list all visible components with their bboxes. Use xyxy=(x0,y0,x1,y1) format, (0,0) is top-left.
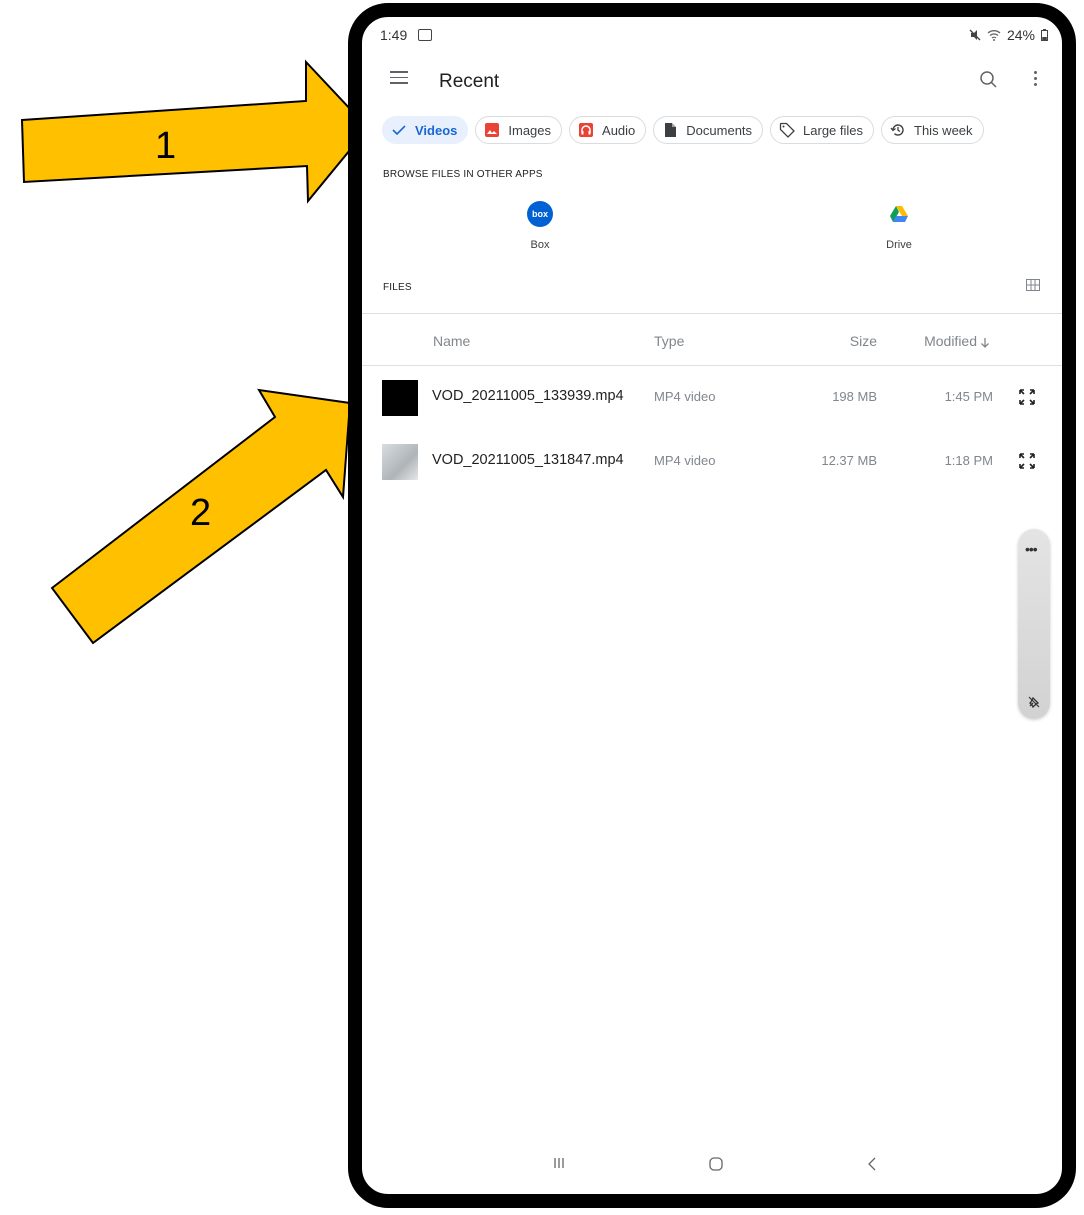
file-size: 12.37 MB xyxy=(821,453,877,468)
chip-videos[interactable]: Videos xyxy=(382,116,469,144)
more-vert-icon[interactable] xyxy=(1032,71,1038,89)
chip-label: Documents xyxy=(686,122,753,138)
battery-icon xyxy=(1041,29,1048,41)
app-toolbar: Recent xyxy=(362,57,1062,105)
chip-audio[interactable]: Audio xyxy=(569,116,647,144)
chip-images[interactable]: Images xyxy=(475,116,563,144)
files-app-screen: 1:49 24% Recent Videos Images Audio Docu… xyxy=(362,17,1062,1194)
annotation-label-2: 2 xyxy=(190,492,212,534)
document-icon xyxy=(662,122,678,138)
files-section-label: FILES xyxy=(383,282,412,293)
tablet-frame: 1:49 24% Recent Videos Images Audio Docu… xyxy=(348,3,1076,1208)
status-icons: 24% xyxy=(969,27,1048,43)
status-bar: 1:49 24% xyxy=(380,25,1048,47)
image-icon xyxy=(484,122,500,138)
mute-icon xyxy=(969,29,981,41)
file-name: VOD_20211005_131847.mp4 xyxy=(432,452,624,468)
table-row[interactable]: VOD_20211005_133939.mp4 MP4 video 198 MB… xyxy=(362,370,1062,426)
tag-icon xyxy=(779,122,795,138)
chip-label: This week xyxy=(914,122,973,138)
pin-icon[interactable] xyxy=(1027,695,1041,709)
divider xyxy=(362,365,1062,366)
chip-label: Large files xyxy=(803,122,864,138)
status-time: 1:49 xyxy=(380,27,408,43)
chip-documents[interactable]: Documents xyxy=(653,116,764,144)
file-type: MP4 video xyxy=(654,389,716,404)
divider xyxy=(362,313,1062,314)
column-header-modified[interactable]: Modified xyxy=(924,333,977,349)
file-modified: 1:18 PM xyxy=(944,453,993,468)
column-header-type[interactable]: Type xyxy=(654,333,684,349)
image-notification-icon xyxy=(418,29,432,41)
column-header-size[interactable]: Size xyxy=(850,333,877,349)
recent-apps-icon[interactable] xyxy=(552,1156,566,1170)
sort-down-icon[interactable] xyxy=(980,337,990,349)
column-header-name[interactable]: Name xyxy=(433,333,470,349)
filter-chips: Videos Images Audio Documents Large file… xyxy=(382,116,984,144)
chip-label: Videos xyxy=(415,122,458,138)
chip-label: Audio xyxy=(602,122,636,138)
chip-this-week[interactable]: This week xyxy=(881,116,984,144)
app-tile-label: Drive xyxy=(886,239,912,251)
wifi-icon xyxy=(987,30,1001,41)
file-type: MP4 video xyxy=(654,453,716,468)
audio-icon xyxy=(578,122,594,138)
expand-icon[interactable] xyxy=(1018,388,1036,406)
battery-percent: 24% xyxy=(1006,27,1035,43)
home-icon[interactable] xyxy=(708,1156,724,1172)
file-modified: 1:45 PM xyxy=(944,389,993,404)
gray-video-thumbnail xyxy=(382,444,418,480)
browse-section-label: BROWSE FILES IN OTHER APPS xyxy=(383,169,543,180)
file-size: 198 MB xyxy=(832,389,877,404)
menu-icon[interactable] xyxy=(390,71,408,85)
edge-panel-handle[interactable]: ••• xyxy=(1018,529,1050,719)
system-navigation-bar xyxy=(362,1144,1062,1194)
app-tile-box[interactable]: box Box xyxy=(495,201,585,251)
page-title: Recent xyxy=(439,71,500,92)
file-name: VOD_20211005_133939.mp4 xyxy=(432,388,624,404)
black-video-thumbnail xyxy=(382,380,418,416)
app-tile-drive[interactable]: Drive xyxy=(854,201,944,251)
search-icon[interactable] xyxy=(978,69,1000,91)
chip-large-files[interactable]: Large files xyxy=(770,116,875,144)
more-horiz-icon[interactable]: ••• xyxy=(1025,541,1038,557)
table-row[interactable]: VOD_20211005_131847.mp4 MP4 video 12.37 … xyxy=(362,434,1062,490)
check-icon xyxy=(391,122,407,138)
app-tile-label: Box xyxy=(530,239,550,251)
expand-icon[interactable] xyxy=(1018,452,1036,470)
back-icon[interactable] xyxy=(866,1156,878,1172)
annotation-label-1: 1 xyxy=(155,125,177,167)
google-drive-logo xyxy=(886,201,912,227)
history-icon xyxy=(890,122,906,138)
chip-label: Images xyxy=(508,122,552,138)
box-logo: box xyxy=(527,201,553,227)
grid-view-icon[interactable] xyxy=(1026,279,1040,291)
